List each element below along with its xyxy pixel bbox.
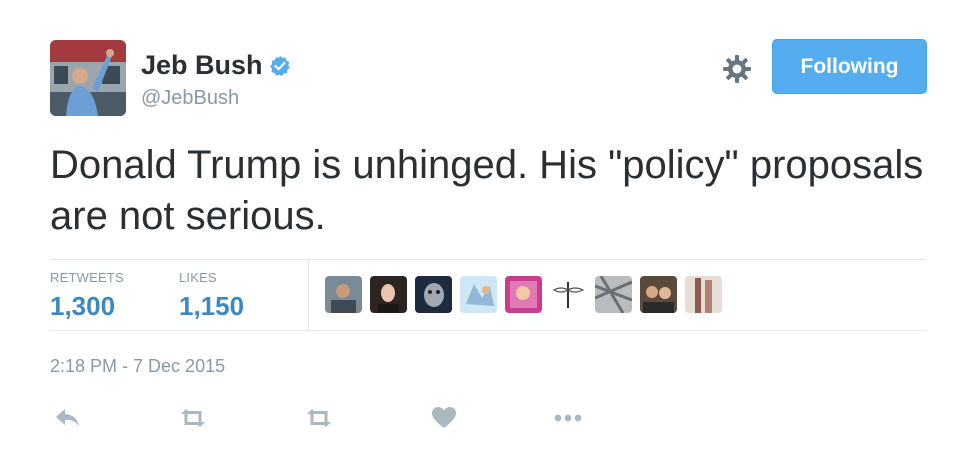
- liker-avatar[interactable]: [460, 276, 497, 313]
- retweet-icon[interactable]: [175, 400, 211, 436]
- likes-label: LIKES: [179, 270, 217, 285]
- liker-avatars: [325, 276, 722, 313]
- retweet-icon[interactable]: [301, 400, 337, 436]
- profile-photo-icon: [50, 40, 126, 116]
- like-icon[interactable]: [426, 400, 462, 436]
- verified-badge-icon: [269, 55, 290, 76]
- likes-count: 1,150: [179, 291, 245, 321]
- author-handle[interactable]: @JebBush: [141, 87, 239, 110]
- liker-avatar[interactable]: [640, 276, 677, 313]
- more-icon[interactable]: [550, 400, 586, 436]
- likes-stat[interactable]: LIKES 1,150: [179, 270, 244, 322]
- liker-avatar[interactable]: [595, 276, 632, 313]
- liker-avatar[interactable]: [505, 276, 542, 313]
- liker-avatar[interactable]: [325, 276, 362, 313]
- liker-avatar[interactable]: [550, 276, 587, 313]
- retweets-stat[interactable]: RETWEETS 1,300: [50, 270, 124, 322]
- reply-icon[interactable]: [50, 400, 86, 436]
- author-name-text: Jeb Bush: [141, 50, 263, 80]
- tweet-text: Donald Trump is unhinged. His "policy" p…: [50, 143, 924, 238]
- liker-avatar[interactable]: [415, 276, 452, 313]
- stats-divider-top: [50, 259, 926, 260]
- tweet-timestamp[interactable]: 2:18 PM - 7 Dec 2015: [50, 356, 225, 377]
- liker-avatar[interactable]: [370, 276, 407, 313]
- author-name[interactable]: Jeb Bush: [141, 50, 291, 81]
- liker-avatar[interactable]: [685, 276, 722, 313]
- stats-divider-bottom: [50, 330, 926, 331]
- gear-icon[interactable]: [722, 54, 752, 84]
- retweets-label: RETWEETS: [50, 270, 124, 285]
- retweets-count: 1,300: [50, 291, 116, 321]
- following-button[interactable]: Following: [772, 39, 927, 94]
- stats-vertical-divider: [308, 260, 309, 330]
- author-avatar[interactable]: [50, 40, 126, 116]
